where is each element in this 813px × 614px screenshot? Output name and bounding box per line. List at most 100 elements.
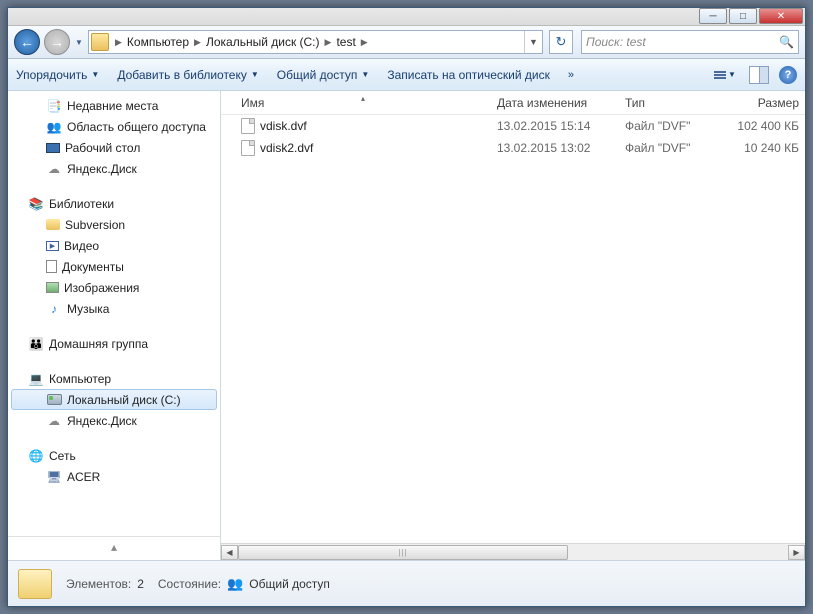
tree-homegroup[interactable]: 👪Домашняя группа — [8, 333, 220, 354]
breadcrumb-test[interactable]: test — [333, 31, 358, 53]
details-pane: Элементов: 2 Состояние: 👥 Общий доступ — [8, 560, 805, 606]
video-icon: ▶ — [46, 241, 59, 251]
file-icon — [241, 118, 255, 134]
add-to-library-menu[interactable]: Добавить в библиотеку▼ — [117, 68, 258, 82]
scroll-thumb[interactable]: ||| — [238, 545, 568, 560]
document-icon — [46, 260, 57, 273]
recent-icon: 📑 — [46, 98, 62, 114]
library-icon: 📚 — [28, 196, 44, 212]
explorer-window: ─ □ ✕ ← → ▼ ▶ Компьютер ▶ Локальный диск… — [7, 7, 806, 607]
maximize-button[interactable]: □ — [729, 8, 757, 24]
chevron-down-icon: ▼ — [91, 70, 99, 79]
share-menu[interactable]: Общий доступ▼ — [277, 68, 370, 82]
homegroup-icon: 👪 — [28, 336, 44, 352]
horizontal-scrollbar[interactable]: ◀ ||| ▶ — [221, 543, 805, 560]
chevron-right-icon[interactable]: ▶ — [113, 37, 124, 48]
navigation-tree: 📑Недавние места 👥Область общего доступа … — [8, 91, 221, 560]
burn-button[interactable]: Записать на оптический диск — [387, 68, 550, 82]
pictures-icon — [46, 282, 59, 293]
chevron-down-icon: ▼ — [251, 70, 259, 79]
search-input[interactable]: Поиск: test 🔍 — [581, 30, 799, 54]
nav-bar: ← → ▼ ▶ Компьютер ▶ Локальный диск (C:) … — [8, 26, 805, 59]
address-bar[interactable]: ▶ Компьютер ▶ Локальный диск (C:) ▶ test… — [88, 30, 543, 54]
column-header-date[interactable]: Дата изменения — [491, 96, 619, 110]
file-date-cell: 13.02.2015 13:02 — [491, 141, 619, 155]
status-state: Состояние: 👥 Общий доступ — [158, 576, 330, 592]
tree-public-share[interactable]: 👥Область общего доступа — [8, 116, 220, 137]
tree-libraries[interactable]: 📚Библиотеки — [8, 193, 220, 214]
list-view-icon — [714, 71, 726, 79]
column-header-name[interactable]: Имя — [235, 96, 491, 110]
back-button[interactable]: ← — [14, 29, 40, 55]
file-name-cell: vdisk.dvf — [235, 118, 491, 134]
file-type-cell: Файл "DVF" — [619, 141, 725, 155]
tree-yandex-disk[interactable]: ☁Яндекс.Диск — [8, 158, 220, 179]
file-size-cell: 10 240 КБ — [725, 141, 805, 155]
tree-local-disk-c[interactable]: Локальный диск (C:) — [11, 389, 217, 410]
forward-button[interactable]: → — [44, 29, 70, 55]
file-row[interactable]: vdisk.dvf 13.02.2015 15:14 Файл "DVF" 10… — [221, 115, 805, 137]
overflow-chevron[interactable]: » — [568, 69, 574, 81]
chevron-down-icon: ▼ — [728, 70, 736, 79]
breadcrumb-localdisk[interactable]: Локальный диск (C:) — [203, 31, 323, 53]
tree-collapse-handle[interactable]: ▴ — [8, 536, 220, 556]
file-name-cell: vdisk2.dvf — [235, 140, 491, 156]
scroll-left-button[interactable]: ◀ — [221, 545, 238, 560]
column-header-size[interactable]: Размер — [725, 96, 805, 110]
column-headers: Имя Дата изменения Тип Размер — [221, 91, 805, 115]
minimize-button[interactable]: ─ — [699, 8, 727, 24]
cloud-icon: ☁ — [46, 413, 62, 429]
titlebar: ─ □ ✕ — [8, 8, 805, 26]
file-icon — [241, 140, 255, 156]
search-placeholder: Поиск: test — [586, 35, 646, 49]
file-size-cell: 102 400 КБ — [725, 119, 805, 133]
chevron-right-icon[interactable]: ▶ — [323, 37, 334, 48]
file-row[interactable]: vdisk2.dvf 13.02.2015 13:02 Файл "DVF" 1… — [221, 137, 805, 159]
chevron-down-icon: ▼ — [361, 70, 369, 79]
chevron-right-icon[interactable]: ▶ — [192, 37, 203, 48]
computer-icon: 💻 — [28, 371, 44, 387]
command-bar: Упорядочить▼ Добавить в библиотеку▼ Общи… — [8, 59, 805, 91]
file-date-cell: 13.02.2015 15:14 — [491, 119, 619, 133]
help-button[interactable]: ? — [779, 66, 797, 84]
scroll-right-button[interactable]: ▶ — [788, 545, 805, 560]
status-elements: Элементов: 2 — [66, 577, 144, 591]
address-dropdown[interactable]: ▼ — [524, 31, 542, 53]
music-icon: ♪ — [46, 301, 62, 317]
scroll-track[interactable]: ||| — [238, 545, 788, 560]
tree-acer[interactable]: 🖥ACER — [8, 466, 220, 487]
tree-pictures[interactable]: Изображения — [8, 277, 220, 298]
tree-network[interactable]: 🌐Сеть — [8, 445, 220, 466]
tree-video[interactable]: ▶Видео — [8, 235, 220, 256]
chevron-right-icon[interactable]: ▶ — [359, 37, 370, 48]
tree-subversion[interactable]: Subversion — [8, 214, 220, 235]
server-icon: 🖥 — [46, 469, 62, 485]
tree-documents[interactable]: Документы — [8, 256, 220, 277]
preview-pane-button[interactable] — [749, 66, 769, 84]
breadcrumb-computer[interactable]: Компьютер — [124, 31, 192, 53]
file-list[interactable]: vdisk.dvf 13.02.2015 15:14 Файл "DVF" 10… — [221, 115, 805, 543]
folder-icon — [18, 569, 52, 599]
column-header-type[interactable]: Тип — [619, 96, 725, 110]
share-icon: 👥 — [227, 576, 243, 592]
refresh-button[interactable]: ↻ — [549, 30, 573, 54]
disk-icon — [47, 394, 62, 405]
tree-music[interactable]: ♪Музыка — [8, 298, 220, 319]
tree-yandex-disk-2[interactable]: ☁Яндекс.Диск — [8, 410, 220, 431]
organize-menu[interactable]: Упорядочить▼ — [16, 68, 99, 82]
file-pane: Имя Дата изменения Тип Размер vdisk.dvf … — [221, 91, 805, 560]
network-icon: 🌐 — [28, 448, 44, 464]
folder-icon — [91, 33, 109, 51]
file-type-cell: Файл "DVF" — [619, 119, 725, 133]
tree-computer[interactable]: 💻Компьютер — [8, 368, 220, 389]
view-options-button[interactable]: ▼ — [707, 64, 743, 86]
folder-icon — [46, 219, 60, 230]
tree-recent-places[interactable]: 📑Недавние места — [8, 95, 220, 116]
desktop-icon — [46, 143, 60, 153]
tree-desktop[interactable]: Рабочий стол — [8, 137, 220, 158]
content-area: 📑Недавние места 👥Область общего доступа … — [8, 91, 805, 560]
share-icon: 👥 — [46, 119, 62, 135]
search-icon: 🔍 — [779, 35, 794, 49]
close-button[interactable]: ✕ — [759, 8, 803, 24]
nav-history-dropdown[interactable]: ▼ — [74, 33, 84, 51]
